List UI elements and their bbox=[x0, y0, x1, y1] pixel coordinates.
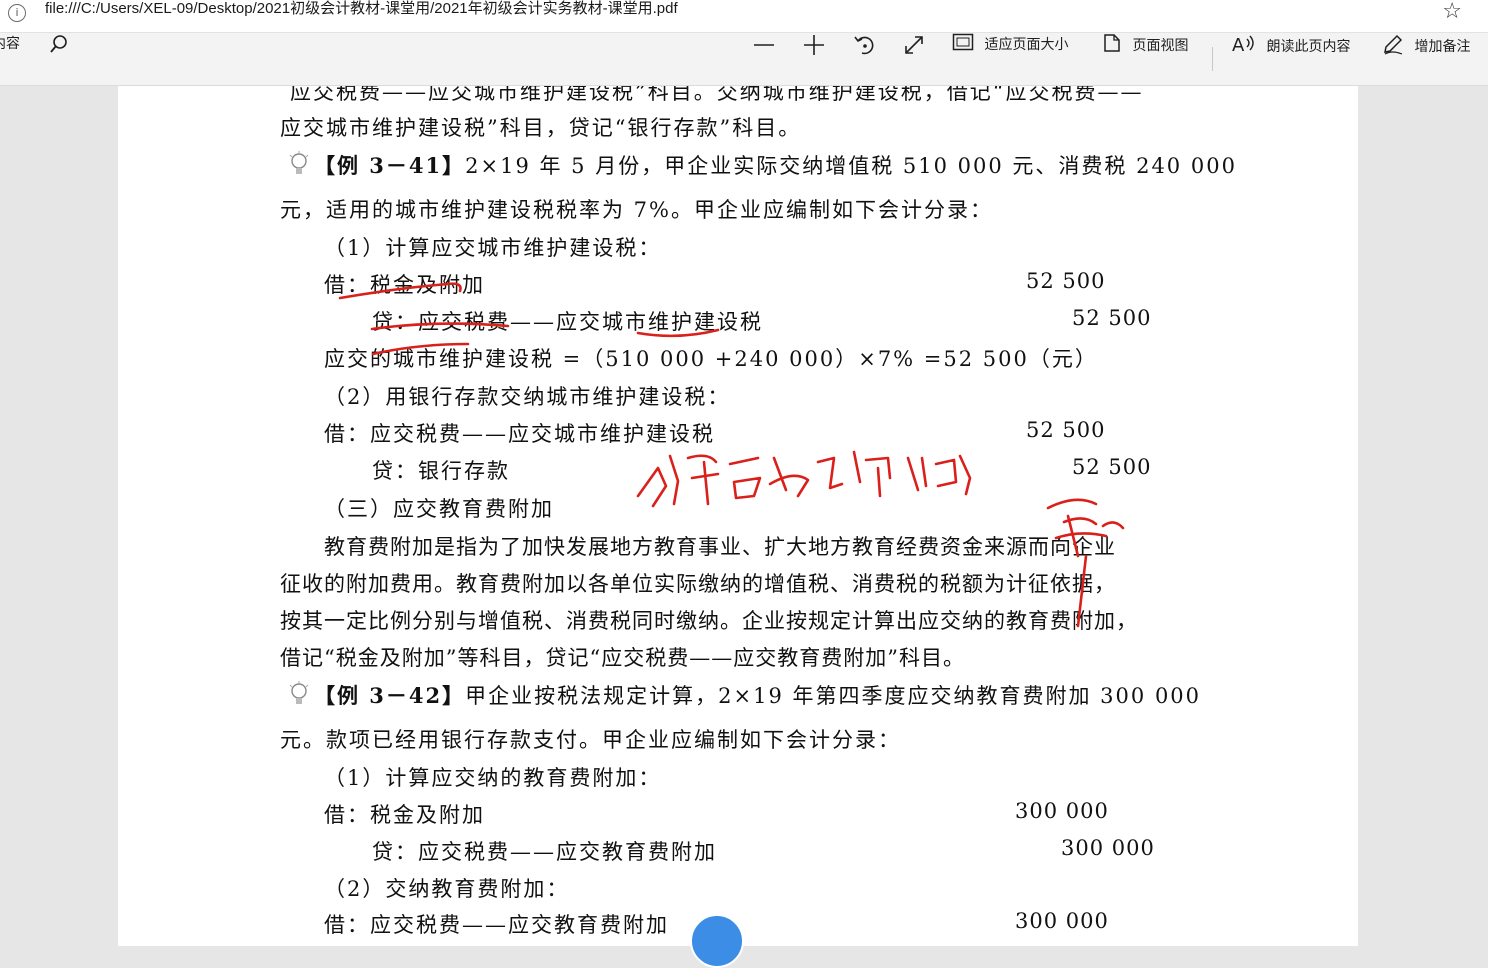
journal-credit: 贷：应交税费——应交城市维护建设税 bbox=[372, 310, 763, 334]
plus-icon bbox=[802, 33, 826, 61]
lightbulb-icon bbox=[289, 151, 309, 174]
text-line: 元，适用的城市维护建设税税率为 7%。甲企业应编制如下会计分录： bbox=[280, 198, 993, 222]
fullscreen-button[interactable] bbox=[902, 33, 926, 85]
debit-amount: 300 000 bbox=[1015, 799, 1109, 823]
journal-credit: 贷：银行存款 bbox=[372, 459, 510, 483]
toolbar-divider bbox=[1212, 47, 1213, 71]
address-bar: i file:///C:/Users/XEL-09/Desktop/2021初级… bbox=[0, 0, 1488, 33]
contents-button[interactable]: 内容 bbox=[0, 33, 20, 85]
debit-amount: 300 000 bbox=[1015, 909, 1109, 933]
credit-amount: 300 000 bbox=[1061, 836, 1155, 860]
fit-page-button[interactable]: 适应页面大小 bbox=[952, 33, 1068, 85]
page-view-icon bbox=[1102, 33, 1122, 57]
step-heading: （2）交纳教育费附加： bbox=[324, 877, 570, 901]
example-42-label: 【例 3－42】 bbox=[314, 683, 466, 708]
zoom-in-button[interactable] bbox=[802, 33, 826, 85]
add-note-label: 增加备注 bbox=[1414, 39, 1471, 55]
journal-debit: 借：税金及附加 bbox=[324, 273, 485, 297]
journal-debit: 借：应交税费——应交城市维护建设税 bbox=[324, 422, 715, 446]
floating-action-button[interactable] bbox=[690, 914, 744, 968]
paragraph-line: 教育费附加是指为了加快发展地方教育事业、扩大地方教育经费资金来源而向企业 bbox=[324, 535, 1116, 559]
text-line: 元。款项已经用银行存款支付。甲企业应编制如下会计分录： bbox=[280, 728, 901, 752]
pdf-toolbar: 内容 适应页面大小 页面视图 bbox=[0, 33, 1488, 86]
favorite-star-icon[interactable]: ☆ bbox=[1442, 0, 1462, 24]
debit-amount: 52 500 bbox=[1026, 269, 1106, 293]
svg-text:A: A bbox=[1232, 35, 1245, 55]
text-line-top: 应交税费——应交城市维护建设税”科目。交纳城市维护建设税，借记“应交税费—— bbox=[290, 86, 1144, 104]
zoom-out-button[interactable] bbox=[752, 33, 776, 85]
pen-icon bbox=[1382, 33, 1404, 59]
search-icon bbox=[48, 33, 70, 59]
example-41-heading: 【例 3－41】2×19 年 5 月份，甲企业实际交纳增值税 510 000 元… bbox=[288, 150, 1237, 180]
paragraph-line: 按其一定比例分别与增值税、消费税同时缴纳。企业按规定计算出应交纳的教育费附加， bbox=[280, 609, 1138, 633]
fit-page-icon bbox=[952, 33, 974, 55]
page-view-label: 页面视图 bbox=[1132, 38, 1189, 54]
example-42-heading: 【例 3－42】甲企业按税法规定计算，2×19 年第四季度应交纳教育费附加 30… bbox=[288, 680, 1201, 710]
text-line: 应交城市维护建设税”科目，贷记“银行存款”科目。 bbox=[280, 116, 802, 140]
contents-label: 内容 bbox=[0, 36, 20, 52]
expand-diagonal-icon bbox=[902, 33, 926, 61]
section-heading: （三）应交教育费附加 bbox=[324, 497, 554, 521]
example-41-label: 【例 3－41】 bbox=[314, 153, 466, 178]
step-heading: （2）用银行存款交纳城市维护建设税： bbox=[324, 385, 731, 409]
example-42-text: 甲企业按税法规定计算，2×19 年第四季度应交纳教育费附加 300 000 bbox=[465, 684, 1202, 708]
minus-icon bbox=[752, 33, 776, 61]
journal-debit: 借：应交税费——应交教育费附加 bbox=[324, 913, 669, 937]
handwriting-scribble bbox=[636, 450, 972, 508]
rotate-icon bbox=[852, 33, 876, 61]
credit-amount: 52 500 bbox=[1072, 306, 1152, 330]
example-41-text: 2×19 年 5 月份，甲企业实际交纳增值税 510 000 元、消费税 240… bbox=[465, 154, 1237, 178]
add-note-button[interactable]: 增加备注 bbox=[1382, 33, 1470, 85]
credit-amount: 52 500 bbox=[1072, 455, 1152, 479]
search-button[interactable] bbox=[48, 33, 70, 85]
rotate-button[interactable] bbox=[852, 33, 876, 85]
lightbulb-icon bbox=[289, 681, 309, 704]
read-aloud-button[interactable]: A 朗读此页内容 bbox=[1232, 33, 1350, 85]
journal-debit: 借：税金及附加 bbox=[324, 803, 485, 827]
read-aloud-icon: A bbox=[1232, 33, 1256, 59]
read-aloud-label: 朗读此页内容 bbox=[1266, 39, 1351, 55]
page-view-button[interactable]: 页面视图 bbox=[1102, 33, 1188, 85]
step-heading: （1）计算应交城市维护建设税： bbox=[324, 236, 662, 260]
info-icon[interactable]: i bbox=[8, 4, 26, 22]
debit-amount: 52 500 bbox=[1026, 418, 1106, 442]
paragraph-line: 借记“税金及附加”等科目，贷记“应交税费——应交教育费附加”科目。 bbox=[280, 646, 965, 670]
step-heading: （1）计算应交纳的教育费附加： bbox=[324, 766, 662, 790]
url-text[interactable]: file:///C:/Users/XEL-09/Desktop/2021初级会计… bbox=[45, 0, 678, 20]
formula-line: 应交的城市维护建设税 =（510 000 +240 000）×7% =52 50… bbox=[324, 347, 1098, 371]
pdf-page[interactable]: 应交税费——应交城市维护建设税”科目。交纳城市维护建设税，借记“应交税费—— 应… bbox=[118, 86, 1358, 946]
fit-page-label: 适应页面大小 bbox=[984, 37, 1069, 53]
journal-credit: 贷：应交税费——应交教育费附加 bbox=[372, 840, 717, 864]
paragraph-line: 征收的附加费用。教育费附加以各单位实际缴纳的增值税、消费税的税额为计征依据， bbox=[280, 572, 1116, 596]
